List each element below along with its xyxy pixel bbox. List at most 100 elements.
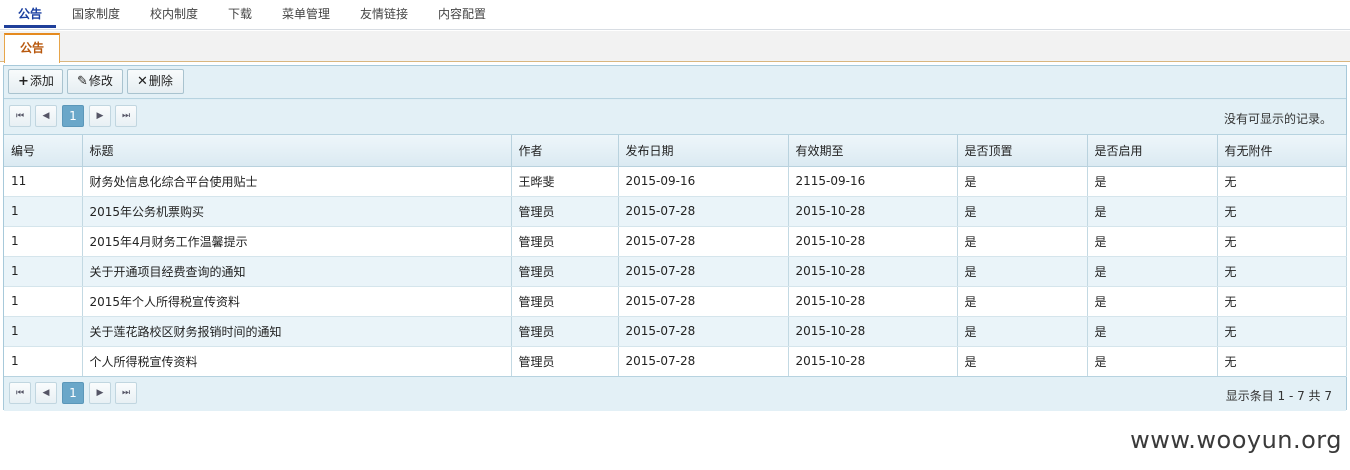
table-row[interactable]: 1 关于莲花路校区财务报销时间的通知 管理员 2015-07-28 2015-1… bbox=[4, 316, 1347, 347]
edit-button-label: 修改 bbox=[88, 74, 113, 88]
cell-enabled: 是 bbox=[1087, 226, 1218, 257]
cell-title: 个人所得税宣传资料 bbox=[82, 346, 512, 377]
cell-publish-date: 2015-07-28 bbox=[618, 226, 789, 257]
add-button-label: 添加 bbox=[29, 74, 54, 88]
cell-attachment: 无 bbox=[1217, 166, 1347, 197]
cell-attachment: 无 bbox=[1217, 346, 1347, 377]
cell-pinned: 是 bbox=[957, 166, 1088, 197]
cell-publish-date: 2015-07-28 bbox=[618, 346, 789, 377]
cell-author: 管理员 bbox=[511, 226, 619, 257]
table-row[interactable]: 1 2015年个人所得税宣传资料 管理员 2015-07-28 2015-10-… bbox=[4, 286, 1347, 317]
column-header-title[interactable]: 标题 bbox=[82, 135, 512, 167]
announcement-table: 编号 标题 作者 发布日期 有效期至 是否顶置 是否启用 有无附件 11 财务处… bbox=[4, 135, 1347, 377]
nav-item-menu-management[interactable]: 菜单管理 bbox=[282, 6, 330, 28]
nav-item-content-config[interactable]: 内容配置 bbox=[438, 6, 486, 28]
page-number-current[interactable]: 1 bbox=[62, 105, 84, 127]
add-button[interactable]: +添加 bbox=[8, 69, 63, 94]
cell-title: 财务处信息化综合平台使用贴士 bbox=[82, 166, 512, 197]
cell-publish-date: 2015-07-28 bbox=[618, 316, 789, 347]
next-page-icon[interactable]: ▶ bbox=[89, 382, 111, 404]
nav-active-indicator bbox=[4, 25, 56, 28]
cell-expiry-date: 2015-10-28 bbox=[788, 286, 958, 317]
cell-author: 管理员 bbox=[511, 346, 619, 377]
prev-page-icon[interactable]: ◀ bbox=[35, 382, 57, 404]
nav-item-friend-links[interactable]: 友情链接 bbox=[360, 6, 408, 28]
cell-author: 管理员 bbox=[511, 256, 619, 287]
cell-author: 管理员 bbox=[511, 196, 619, 227]
nav-item-national-policy[interactable]: 国家制度 bbox=[72, 6, 120, 28]
column-header-pinned[interactable]: 是否顶置 bbox=[957, 135, 1088, 167]
cell-enabled: 是 bbox=[1087, 166, 1218, 197]
cell-expiry-date: 2115-09-16 bbox=[788, 166, 958, 197]
first-page-icon[interactable]: ⏮ bbox=[9, 105, 31, 127]
nav-item-download[interactable]: 下载 bbox=[228, 6, 252, 28]
pager-top: ⏮ ◀ 1 ▶ ⏭ 没有可显示的记录。 bbox=[4, 100, 1346, 135]
nav-item-school-policy[interactable]: 校内制度 bbox=[150, 6, 198, 28]
table-row[interactable]: 1 2015年公务机票购买 管理员 2015-07-28 2015-10-28 … bbox=[4, 196, 1347, 227]
cell-attachment: 无 bbox=[1217, 286, 1347, 317]
cell-title: 关于莲花路校区财务报销时间的通知 bbox=[82, 316, 512, 347]
delete-button[interactable]: ✕删除 bbox=[127, 69, 184, 94]
cell-attachment: 无 bbox=[1217, 256, 1347, 287]
pager-bottom: ⏮ ◀ 1 ▶ ⏭ 显示条目 1 - 7 共 7 bbox=[4, 376, 1346, 411]
cell-pinned: 是 bbox=[957, 286, 1088, 317]
edit-button[interactable]: ✎修改 bbox=[67, 69, 123, 94]
cell-author: 管理员 bbox=[511, 316, 619, 347]
table-row[interactable]: 1 个人所得税宣传资料 管理员 2015-07-28 2015-10-28 是 … bbox=[4, 346, 1347, 377]
tab-announcement[interactable]: 公告 bbox=[4, 33, 60, 63]
next-page-icon[interactable]: ▶ bbox=[89, 105, 111, 127]
last-page-icon[interactable]: ⏭ bbox=[115, 105, 137, 127]
column-header-publish-date[interactable]: 发布日期 bbox=[618, 135, 789, 167]
cell-id: 1 bbox=[4, 196, 83, 227]
cell-id: 11 bbox=[4, 166, 83, 197]
announcement-panel: +添加 ✎修改 ✕删除 ⏮ ◀ 1 ▶ ⏭ 没有可显示的记录。 编号 标题 作者… bbox=[3, 65, 1347, 411]
sub-tab-bar: 公告 bbox=[0, 31, 1350, 63]
cell-attachment: 无 bbox=[1217, 226, 1347, 257]
pencil-icon: ✎ bbox=[77, 74, 88, 89]
cell-title: 2015年个人所得税宣传资料 bbox=[82, 286, 512, 317]
pager-summary-text: 显示条目 1 - 7 共 7 bbox=[1225, 389, 1332, 403]
cell-enabled: 是 bbox=[1087, 316, 1218, 347]
cell-expiry-date: 2015-10-28 bbox=[788, 256, 958, 287]
cell-pinned: 是 bbox=[957, 196, 1088, 227]
table-header-row: 编号 标题 作者 发布日期 有效期至 是否顶置 是否启用 有无附件 bbox=[4, 135, 1347, 167]
cell-id: 1 bbox=[4, 226, 83, 257]
cell-enabled: 是 bbox=[1087, 256, 1218, 287]
first-page-icon[interactable]: ⏮ bbox=[9, 382, 31, 404]
cell-expiry-date: 2015-10-28 bbox=[788, 226, 958, 257]
cell-publish-date: 2015-09-16 bbox=[618, 166, 789, 197]
cell-id: 1 bbox=[4, 256, 83, 287]
delete-button-label: 删除 bbox=[148, 74, 173, 88]
toolbar: +添加 ✎修改 ✕删除 bbox=[4, 66, 1346, 99]
column-header-id[interactable]: 编号 bbox=[4, 135, 83, 167]
cell-pinned: 是 bbox=[957, 346, 1088, 377]
cell-pinned: 是 bbox=[957, 256, 1088, 287]
table-row[interactable]: 11 财务处信息化综合平台使用贴士 王晔斐 2015-09-16 2115-09… bbox=[4, 166, 1347, 197]
cell-attachment: 无 bbox=[1217, 316, 1347, 347]
cell-attachment: 无 bbox=[1217, 196, 1347, 227]
cell-id: 1 bbox=[4, 346, 83, 377]
cell-enabled: 是 bbox=[1087, 346, 1218, 377]
column-header-expiry-date[interactable]: 有效期至 bbox=[788, 135, 958, 167]
cell-publish-date: 2015-07-28 bbox=[618, 286, 789, 317]
cell-id: 1 bbox=[4, 286, 83, 317]
watermark-text: www.wooyun.org bbox=[1130, 426, 1342, 454]
table-row[interactable]: 1 2015年4月财务工作温馨提示 管理员 2015-07-28 2015-10… bbox=[4, 226, 1347, 257]
plus-icon: + bbox=[18, 74, 29, 89]
cell-id: 1 bbox=[4, 316, 83, 347]
cell-publish-date: 2015-07-28 bbox=[618, 196, 789, 227]
prev-page-icon[interactable]: ◀ bbox=[35, 105, 57, 127]
column-header-attachment[interactable]: 有无附件 bbox=[1217, 135, 1347, 167]
page-number-current[interactable]: 1 bbox=[62, 382, 84, 404]
cell-title: 2015年公务机票购买 bbox=[82, 196, 512, 227]
cell-author: 王晔斐 bbox=[511, 166, 619, 197]
cell-title: 2015年4月财务工作温馨提示 bbox=[82, 226, 512, 257]
table-row[interactable]: 1 关于开通项目经费查询的通知 管理员 2015-07-28 2015-10-2… bbox=[4, 256, 1347, 287]
cell-expiry-date: 2015-10-28 bbox=[788, 316, 958, 347]
cell-title: 关于开通项目经费查询的通知 bbox=[82, 256, 512, 287]
last-page-icon[interactable]: ⏭ bbox=[115, 382, 137, 404]
cell-enabled: 是 bbox=[1087, 196, 1218, 227]
cell-pinned: 是 bbox=[957, 226, 1088, 257]
column-header-enabled[interactable]: 是否启用 bbox=[1087, 135, 1218, 167]
column-header-author[interactable]: 作者 bbox=[511, 135, 619, 167]
